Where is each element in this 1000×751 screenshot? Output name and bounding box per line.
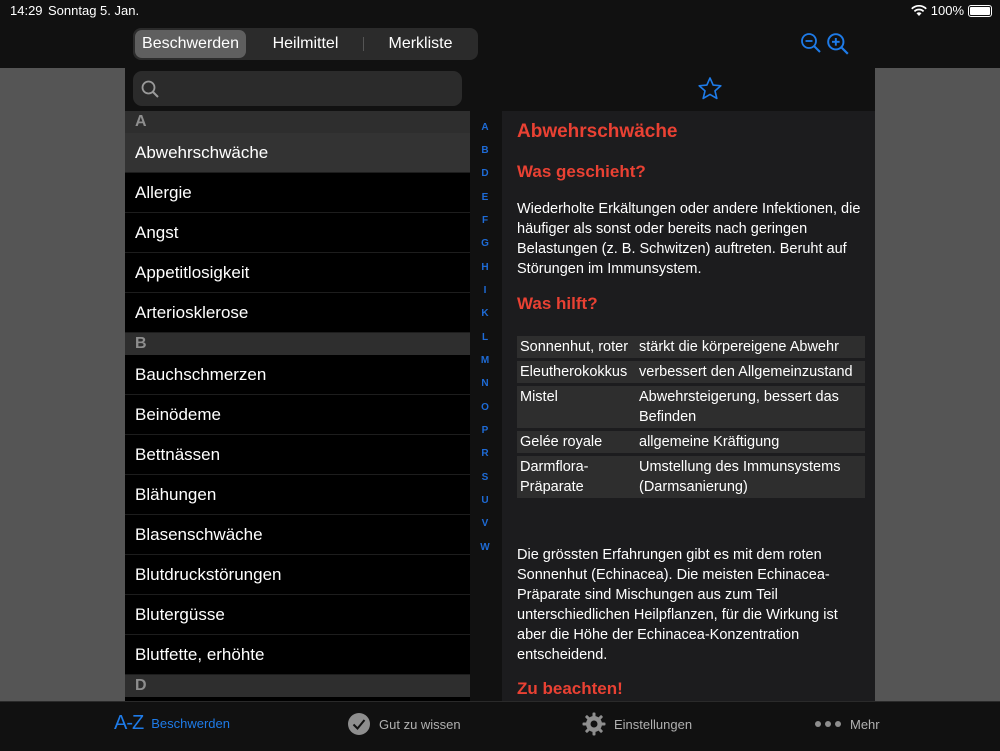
zoom-controls (800, 32, 850, 56)
segment-merkliste[interactable]: Merkliste (365, 30, 476, 58)
complaints-list: A Abwehrschwäche Allergie Angst Appetitl… (125, 111, 470, 701)
remedy-effect: Abwehrsteigerung, bessert das Befinden (636, 386, 865, 428)
section-header-b: B (125, 333, 470, 355)
index-letter[interactable]: E (470, 192, 500, 203)
index-letter[interactable]: K (470, 308, 500, 319)
segment-beschwerden[interactable]: Beschwerden (135, 30, 246, 58)
remedy-effect: verbessert den Allgemeinzustand (636, 361, 865, 383)
search-input[interactable] (169, 71, 453, 108)
tab-label: Einstellungen (614, 716, 693, 732)
tab-label: Gut zu wissen (379, 716, 461, 732)
section-header-d: D (125, 675, 470, 697)
segment-heilmittel[interactable]: Heilmittel (250, 30, 361, 58)
battery-icon (968, 4, 992, 17)
az-icon: A-Z (114, 712, 144, 734)
tab-label: Beschwerden (151, 716, 230, 731)
index-letter[interactable]: N (470, 378, 500, 389)
list-item[interactable]: Abwehrschwäche (125, 133, 470, 173)
segment-divider (363, 37, 364, 51)
heading-zu-beachten: Zu beachten! (517, 679, 623, 698)
gear-icon (582, 712, 606, 736)
table-row: Eleutherokokkus verbessert den Allgemein… (517, 361, 865, 383)
list-item[interactable]: Blasenschwäche (125, 515, 470, 555)
list-item[interactable]: Bettnässen (125, 435, 470, 475)
index-letter[interactable]: O (470, 402, 500, 413)
list-item[interactable]: Appetitlosigkeit (125, 253, 470, 293)
table-row: Mistel Abwehrsteigerung, bessert das Bef… (517, 386, 865, 428)
remedy-name: Gelée royale (517, 431, 636, 453)
index-letter[interactable]: D (470, 168, 500, 179)
table-row: Gelée royale allgemeine Kräftigung (517, 431, 865, 453)
checkmark-circle-icon (348, 713, 370, 735)
wifi-icon (910, 4, 927, 16)
remedy-name: Darmflora-Präparate (517, 456, 636, 498)
heading-was-geschieht: Was geschieht? (517, 162, 646, 181)
list-item[interactable]: Angst (125, 213, 470, 253)
index-letter[interactable]: R (470, 448, 500, 459)
search-bar (133, 71, 462, 108)
status-bar: 14:29 Sonntag 5. Jan. 100% (0, 0, 1000, 22)
index-letter[interactable]: G (470, 238, 500, 249)
zoom-in-icon[interactable] (826, 32, 850, 56)
remedy-effect: allgemeine Kräftigung (636, 431, 865, 453)
list-item[interactable]: Arteriosklerose (125, 293, 470, 333)
description-text: Wiederholte Erkältungen oder andere Infe… (517, 201, 861, 277)
index-letter[interactable]: H (470, 262, 500, 273)
tab-einstellungen[interactable]: Einstellungen (582, 712, 692, 736)
index-letter[interactable]: P (470, 425, 500, 436)
remedy-name: Sonnenhut, roter (517, 336, 636, 358)
left-margin (0, 68, 125, 701)
remedy-name: Mistel (517, 386, 636, 428)
remedy-effect: stärkt die körpereigene Abwehr (636, 336, 865, 358)
tab-label: Mehr (850, 716, 880, 732)
index-letter[interactable]: V (470, 518, 500, 529)
remedy-effect: Umstellung des Immunsystems (Darmsanieru… (636, 456, 865, 498)
index-letter[interactable]: L (470, 332, 500, 343)
remedy-name: Eleutherokokkus (517, 361, 636, 383)
index-letter[interactable]: B (470, 145, 500, 156)
echinacea-text: Die grössten Erfahrungen gibt es mit dem… (517, 547, 838, 663)
index-letter[interactable]: M (470, 355, 500, 366)
list-item[interactable]: Blutfette, erhöhte (125, 635, 470, 675)
status-time: 14:29 (10, 3, 43, 18)
detail-title: Abwehrschwäche (517, 121, 678, 142)
tab-gut-zu-wissen[interactable]: Gut zu wissen (347, 712, 461, 736)
battery-percent: 100% (930, 3, 964, 18)
list-item[interactable]: Blutergüsse (125, 595, 470, 635)
index-letter[interactable]: U (470, 495, 500, 506)
index-letter[interactable]: A (470, 122, 500, 133)
index-letter[interactable]: F (470, 215, 500, 226)
search-area (125, 68, 875, 111)
tab-beschwerden[interactable]: A-Z Beschwerden (114, 712, 230, 735)
zoom-out-icon[interactable] (800, 32, 822, 54)
detail-pane: Abwehrschwäche Was geschieht? Wiederholt… (502, 111, 875, 701)
heading-was-hilft: Was hilft? (517, 294, 598, 313)
index-letter[interactable]: W (470, 542, 500, 553)
section-header-a: A (125, 111, 470, 133)
more-dots-icon (815, 721, 841, 727)
remedies-table: Sonnenhut, roter stärkt die körpereigene… (517, 333, 865, 501)
segmented-control: Beschwerden Heilmittel Merkliste (133, 28, 478, 60)
favorite-star-icon[interactable] (697, 76, 723, 102)
list-item[interactable]: Bauchschmerzen (125, 355, 470, 395)
search-icon (141, 80, 159, 98)
status-date: Sonntag 5. Jan. (48, 3, 140, 18)
tab-bar: A-Z Beschwerden Gut zu wissen Einstellun (0, 701, 1000, 751)
list-item[interactable]: Blutdruckstörungen (125, 555, 470, 595)
index-letter[interactable]: S (470, 472, 500, 483)
status-right: 100% (910, 3, 992, 18)
right-margin (875, 68, 1000, 701)
nav-bar: Beschwerden Heilmittel Merkliste (0, 22, 1000, 68)
index-letter[interactable]: I (470, 285, 500, 296)
section-index: A B D E F G H I K L M N O P R S U V W (470, 111, 502, 701)
list-item[interactable]: Blähungen (125, 475, 470, 515)
table-row: Darmflora-Präparate Umstellung des Immun… (517, 456, 865, 498)
tab-mehr[interactable]: Mehr (814, 712, 880, 736)
table-row: Sonnenhut, roter stärkt die körpereigene… (517, 336, 865, 358)
list-item[interactable]: Allergie (125, 173, 470, 213)
list-item[interactable]: Beinödeme (125, 395, 470, 435)
